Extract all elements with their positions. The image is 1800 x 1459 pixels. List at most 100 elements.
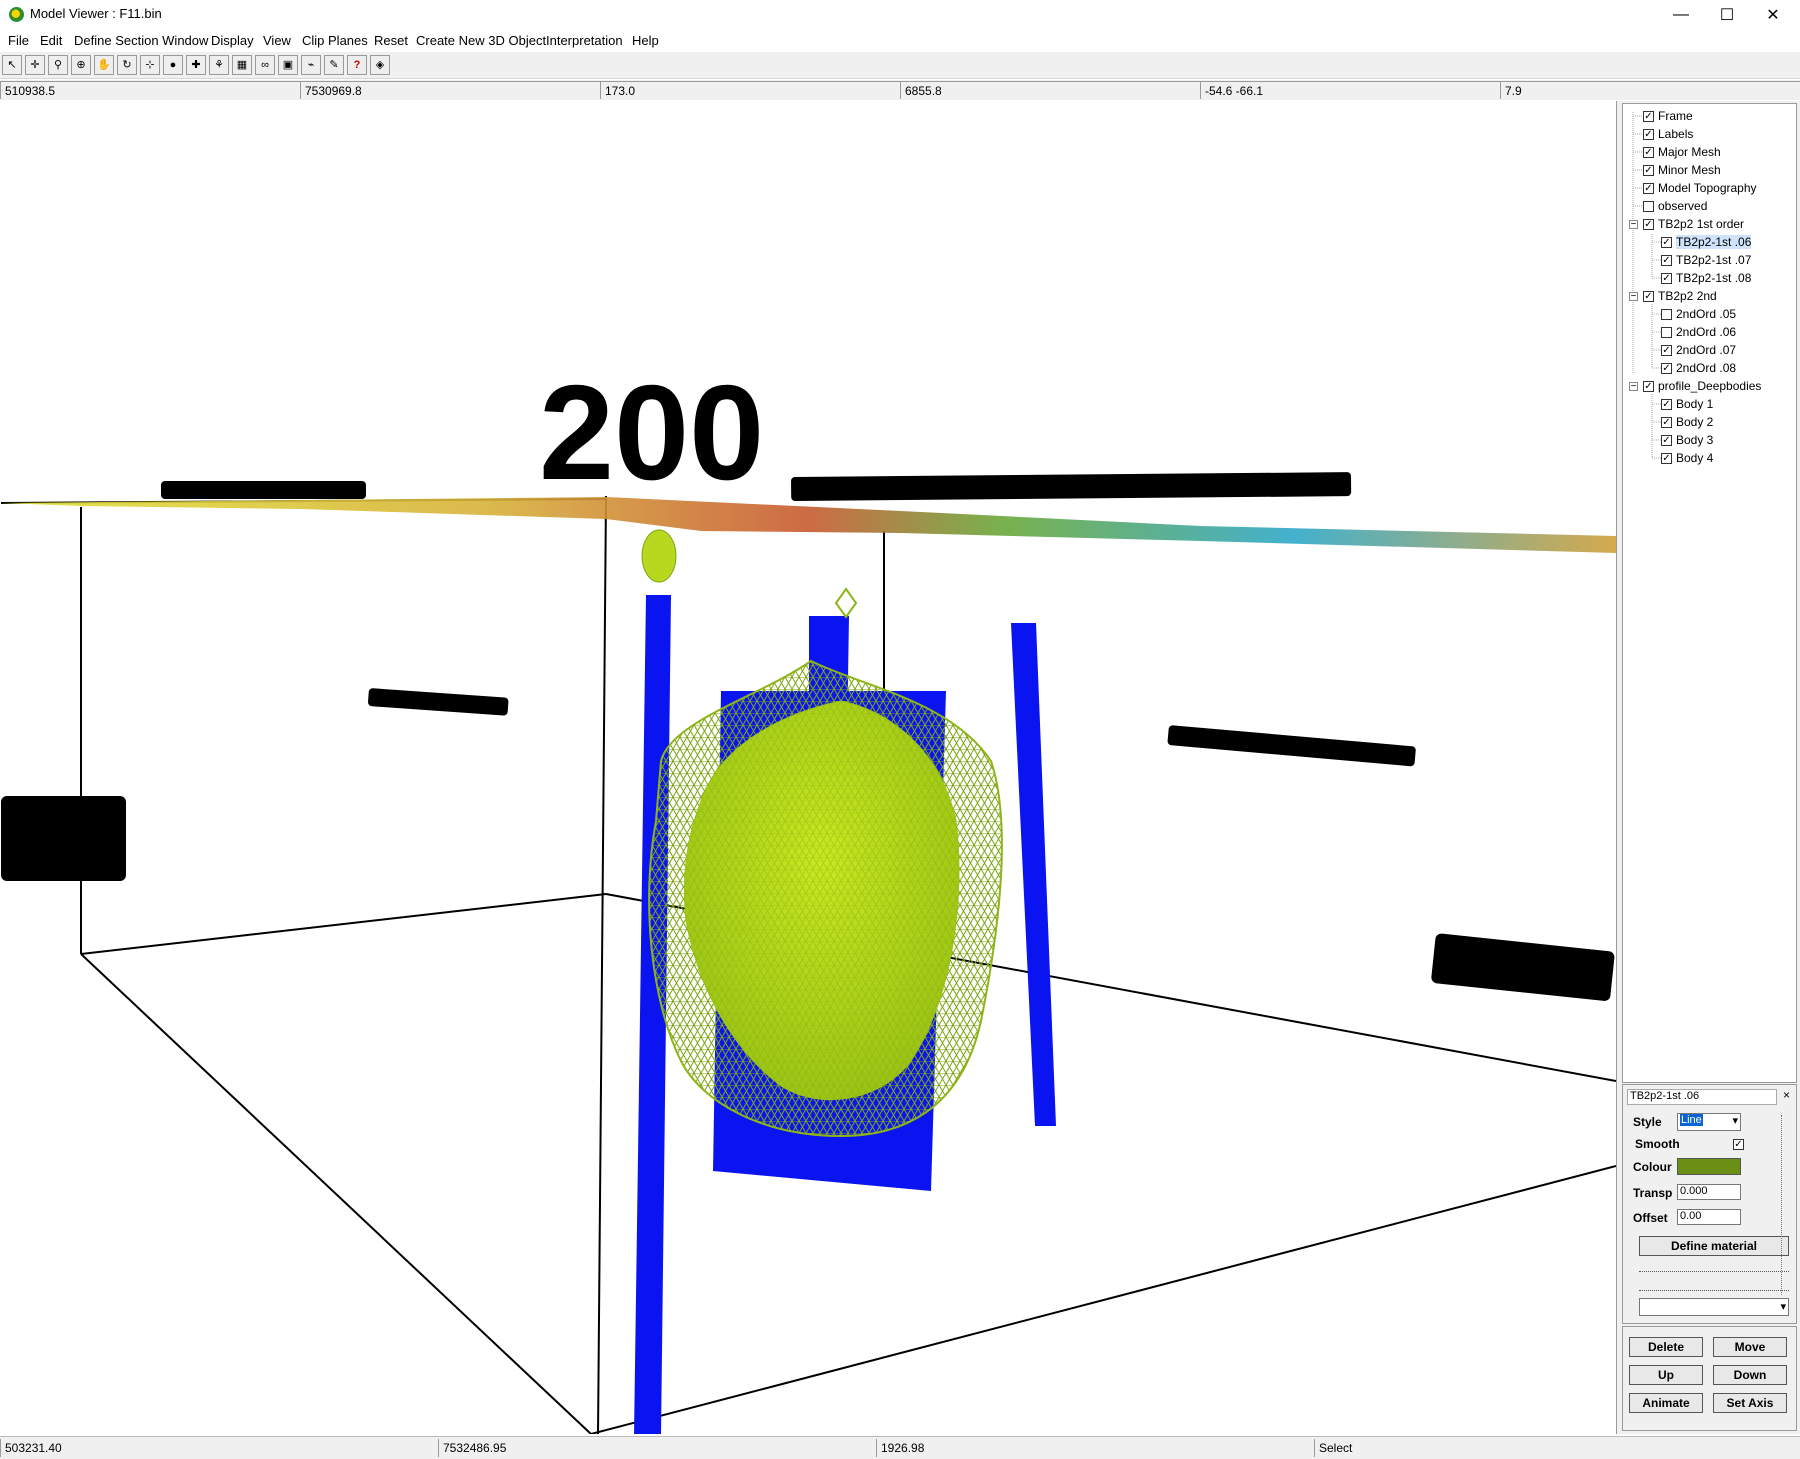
menu-view[interactable]: View	[263, 33, 291, 48]
tree-checkbox[interactable]: ✓	[1643, 146, 1654, 158]
tree-item-tb2p2-1st-order[interactable]: ✓ TB2p2 1st order	[1643, 215, 1744, 233]
tree-item-tb2p2-2nd[interactable]: ✓ TB2p2 2nd	[1643, 287, 1717, 305]
menu-clip-planes[interactable]: Clip Planes	[302, 33, 368, 48]
slider-2[interactable]	[1639, 1284, 1789, 1291]
vertical-slider[interactable]	[1781, 1115, 1792, 1295]
close-button[interactable]: ✕	[1750, 0, 1796, 30]
tree-item-minor-mesh[interactable]: ✓ Minor Mesh	[1643, 161, 1721, 179]
topography-surface	[1, 497, 1616, 553]
tree-checkbox[interactable]: ✓	[1643, 128, 1654, 140]
collapse-icon[interactable]: −	[1629, 220, 1638, 230]
coord-elevation: 173.0	[600, 81, 900, 99]
crosshair-move-icon[interactable]: ✛	[25, 55, 45, 75]
menu-reset[interactable]: Reset	[374, 33, 408, 48]
tree-item-body-1[interactable]: ✓ Body 1	[1661, 395, 1713, 413]
bottom-select[interactable]: ▾	[1639, 1298, 1789, 1316]
collapse-icon[interactable]: −	[1629, 292, 1638, 302]
tree-item-tb2p2-1st-07[interactable]: ✓ TB2p2-1st .07	[1661, 251, 1751, 269]
menu-display[interactable]: Display	[211, 33, 254, 48]
tree-item-frame[interactable]: ✓ Frame	[1643, 107, 1693, 125]
tree-item-label: Major Mesh	[1658, 145, 1721, 159]
style-select[interactable]: Line ▾	[1677, 1113, 1741, 1131]
rotate-icon[interactable]: ↻	[117, 55, 137, 75]
tree-item-profile-deepbodies[interactable]: ✓ profile_Deepbodies	[1643, 377, 1761, 395]
tree-checkbox[interactable]: ✓	[1643, 182, 1654, 194]
menu-interpretation[interactable]: Interpretation	[546, 33, 623, 48]
tree-item-model-topography[interactable]: ✓ Model Topography	[1643, 179, 1757, 197]
tree-checkbox[interactable]	[1643, 200, 1654, 212]
tree-checkbox[interactable]: ✓	[1661, 434, 1672, 446]
menu-help[interactable]: Help	[632, 33, 659, 48]
grid-plane-icon[interactable]: ▦	[232, 55, 252, 75]
collapse-icon[interactable]: −	[1629, 382, 1638, 392]
pin-axis-icon[interactable]: ✚	[186, 55, 206, 75]
tree-checkbox[interactable]: ✓	[1661, 362, 1672, 374]
smooth-checkbox[interactable]: ✓	[1733, 1139, 1744, 1150]
tree-item-body-2[interactable]: ✓ Body 2	[1661, 413, 1713, 431]
maximize-button[interactable]: ☐	[1704, 0, 1750, 30]
tree-checkbox[interactable]: ✓	[1661, 254, 1672, 266]
delete-button[interactable]: Delete	[1629, 1337, 1703, 1357]
tree-item-body-4[interactable]: ✓ Body 4	[1661, 449, 1713, 467]
zoom-icon[interactable]: ⚲	[48, 55, 68, 75]
tree-item-2ndord-07[interactable]: ✓ 2ndOrd .07	[1661, 341, 1736, 359]
pan-hand-icon[interactable]: ✋	[94, 55, 114, 75]
camera-icon[interactable]: ▣	[278, 55, 298, 75]
tree-checkbox[interactable]: ✓	[1643, 218, 1654, 230]
coord-distance: 6855.8	[900, 81, 1200, 99]
tree-checkbox[interactable]: ✓	[1643, 164, 1654, 176]
tree-checkbox[interactable]: ✓	[1661, 236, 1672, 248]
set-axis-button[interactable]: Set Axis	[1713, 1393, 1787, 1413]
tree-checkbox[interactable]: ✓	[1661, 398, 1672, 410]
binoculars-icon[interactable]: ∞	[255, 55, 275, 75]
tree-checkbox[interactable]	[1661, 326, 1672, 338]
tree-item-tb2p2-1st-06[interactable]: ✓ TB2p2-1st .06	[1661, 233, 1752, 251]
tree-item-major-mesh[interactable]: ✓ Major Mesh	[1643, 143, 1721, 161]
tree-checkbox[interactable]: ✓	[1661, 272, 1672, 284]
down-button[interactable]: Down	[1713, 1365, 1787, 1385]
tree-item-2ndord-08[interactable]: ✓ 2ndOrd .08	[1661, 359, 1736, 377]
tree-checkbox[interactable]: ✓	[1661, 452, 1672, 464]
zoom-in-icon[interactable]: ⊕	[71, 55, 91, 75]
tree-item-2ndord-06[interactable]: 2ndOrd .06	[1661, 323, 1736, 341]
status-mode: Select	[1314, 1439, 1800, 1457]
define-material-button[interactable]: Define material	[1639, 1236, 1789, 1256]
tree-item-2ndord-05[interactable]: 2ndOrd .05	[1661, 305, 1736, 323]
tree-checkbox[interactable]: ✓	[1643, 380, 1654, 392]
up-button[interactable]: Up	[1629, 1365, 1703, 1385]
menu-create-new-3d-object[interactable]: Create New 3D Object	[416, 33, 546, 48]
3d-viewport[interactable]: 200	[1, 101, 1616, 1434]
menu-edit[interactable]: Edit	[40, 33, 62, 48]
minimize-button[interactable]: —	[1658, 0, 1704, 30]
tree-checkbox[interactable]	[1661, 308, 1672, 320]
animate-button[interactable]: Animate	[1629, 1393, 1703, 1413]
compass-icon[interactable]: ⚘	[209, 55, 229, 75]
close-props-icon[interactable]: ×	[1783, 1088, 1790, 1102]
tree-item-label: Body 3	[1676, 433, 1714, 447]
scene-canvas[interactable]: 200	[1, 101, 1616, 1434]
offset-input[interactable]: 0.00	[1677, 1209, 1741, 1225]
pencil-icon[interactable]: ✎	[324, 55, 344, 75]
tree-checkbox[interactable]: ✓	[1661, 416, 1672, 428]
sphere-icon[interactable]: ●	[163, 55, 183, 75]
cube-icon[interactable]: ◈	[370, 55, 390, 75]
slider-1[interactable]	[1639, 1265, 1789, 1272]
tree-checkbox[interactable]: ✓	[1661, 344, 1672, 356]
move-button[interactable]: Move	[1713, 1337, 1787, 1357]
menu-define-section-window[interactable]: Define Section Window	[74, 33, 208, 48]
tree-item-tb2p2-1st-08[interactable]: ✓ TB2p2-1st .08	[1661, 269, 1751, 287]
pointer-icon[interactable]: ↖	[2, 55, 22, 75]
help-icon[interactable]: ?	[347, 55, 367, 75]
menu-file[interactable]: File	[8, 33, 29, 48]
colour-swatch[interactable]	[1677, 1158, 1741, 1175]
tree-item-body-3[interactable]: ✓ Body 3	[1661, 431, 1713, 449]
menu-bar: File Edit Define Section Window Display …	[0, 30, 1800, 51]
transp-input[interactable]: 0.000	[1677, 1184, 1741, 1200]
tree-checkbox[interactable]: ✓	[1643, 290, 1654, 302]
axis-icon[interactable]: ⊹	[140, 55, 160, 75]
tree-item-observed[interactable]: observed	[1643, 197, 1707, 215]
drive-icon[interactable]: ⌁	[301, 55, 321, 75]
tree-item-labels[interactable]: ✓ Labels	[1643, 125, 1693, 143]
layer-tree[interactable]: ✓ Frame ✓ Labels ✓ Major Mesh ✓ Minor Mesh ✓ Mode…	[1622, 103, 1797, 1083]
tree-checkbox[interactable]: ✓	[1643, 110, 1654, 122]
